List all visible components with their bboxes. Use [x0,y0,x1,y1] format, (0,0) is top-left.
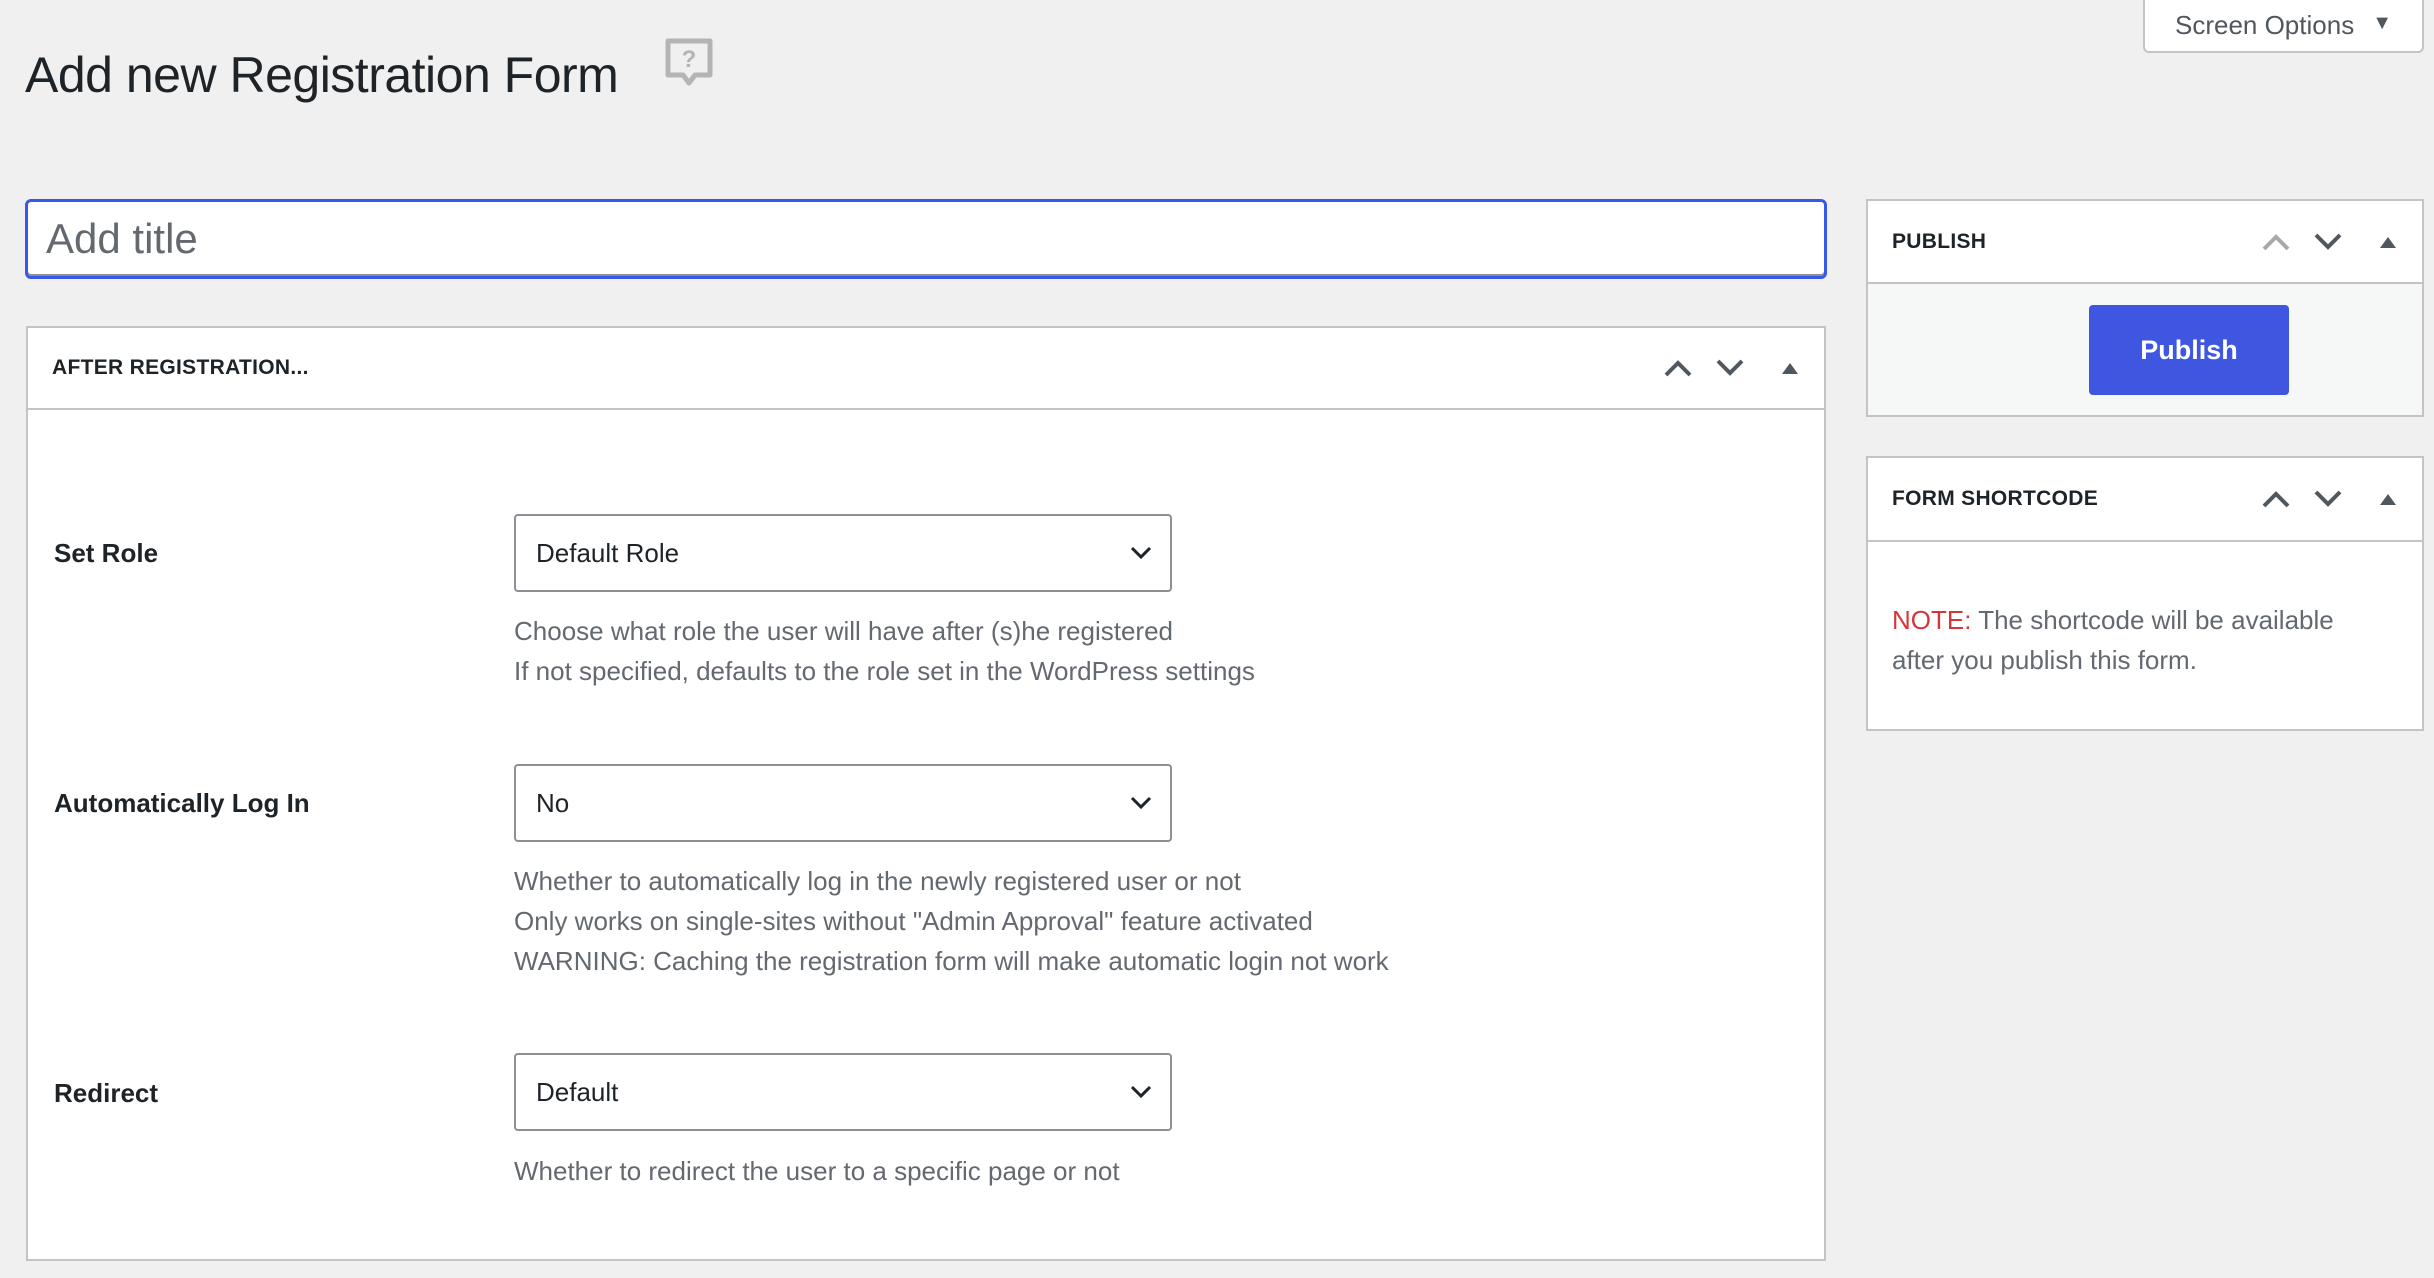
publish-title: PUBLISH [1892,229,1987,253]
set-role-help-1: Choose what role the user will have afte… [514,616,1173,646]
note-label: NOTE: [1892,605,1972,635]
after-registration-box: AFTER REGISTRATION... Set Role Default R… [26,326,1826,1261]
publish-box: PUBLISH Publish [1866,199,2424,417]
redirect-value: Default [536,1076,619,1107]
after-registration-title: AFTER REGISTRATION... [52,356,309,379]
triangle-up-icon [2380,494,2396,505]
shortcode-note: NOTE: The shortcode will be available af… [1892,600,2392,680]
chevron-down-icon [1130,796,1152,810]
chevron-down-icon [2314,233,2342,250]
handle-actions [1652,328,1824,408]
chevron-up-icon [2262,233,2290,250]
handle-actions [2250,458,2422,540]
screen-options-button[interactable]: Screen Options ▼ [2143,0,2424,53]
chevron-down-icon [1130,1085,1152,1099]
form-shortcode-header: FORM SHORTCODE [1868,458,2422,542]
toggle-panel-button[interactable] [1756,342,1824,394]
svg-text:?: ? [682,46,697,73]
auto-login-help-2: Only works on single-sites without "Admi… [514,906,1313,936]
publish-body: Publish [1868,284,2422,415]
auto-login-select[interactable]: No [514,764,1172,842]
auto-login-label: Automatically Log In [54,788,310,818]
redirect-help-1: Whether to redirect the user to a specif… [514,1156,1120,1186]
move-up-button[interactable] [1652,342,1704,394]
auto-login-help-1: Whether to automatically log in the newl… [514,866,1241,896]
publish-button[interactable]: Publish [2089,305,2289,395]
redirect-label: Redirect [54,1078,159,1108]
triangle-up-icon [1782,363,1798,374]
chevron-down-icon [1716,359,1744,376]
set-role-value: Default Role [536,537,680,568]
after-registration-header: AFTER REGISTRATION... [28,328,1824,410]
set-role-label: Set Role [54,538,159,568]
help-question-icon[interactable]: ? [664,37,714,89]
chevron-up-icon [1664,360,1692,377]
title-input[interactable] [25,199,1827,279]
set-role-select[interactable]: Default Role [514,514,1172,592]
move-up-button[interactable] [2250,216,2302,268]
form-shortcode-box: FORM SHORTCODE NOTE: The shortcode will … [1866,456,2424,731]
set-role-help-2: If not specified, defaults to the role s… [514,656,1255,686]
move-down-button[interactable] [1704,342,1756,394]
auto-login-value: No [536,787,570,818]
toggle-panel-button[interactable] [2354,216,2422,268]
form-shortcode-title: FORM SHORTCODE [1892,487,2099,510]
chevron-down-icon [2314,490,2342,507]
move-down-button[interactable] [2302,216,2354,268]
move-up-button[interactable] [2250,473,2302,525]
handle-actions [2250,201,2422,282]
publish-header: PUBLISH [1868,201,2422,284]
chevron-down-icon [1130,546,1152,560]
triangle-down-icon: ▼ [2372,12,2392,34]
toggle-panel-button[interactable] [2354,473,2422,525]
move-down-button[interactable] [2302,473,2354,525]
triangle-up-icon [2380,236,2396,248]
auto-login-help-3: WARNING: Caching the registration form w… [514,946,1389,976]
screen-options-label: Screen Options [2174,10,2355,40]
redirect-select[interactable]: Default [514,1053,1172,1131]
chevron-up-icon [2262,491,2290,508]
page-title: Add new Registration Form [25,47,619,103]
